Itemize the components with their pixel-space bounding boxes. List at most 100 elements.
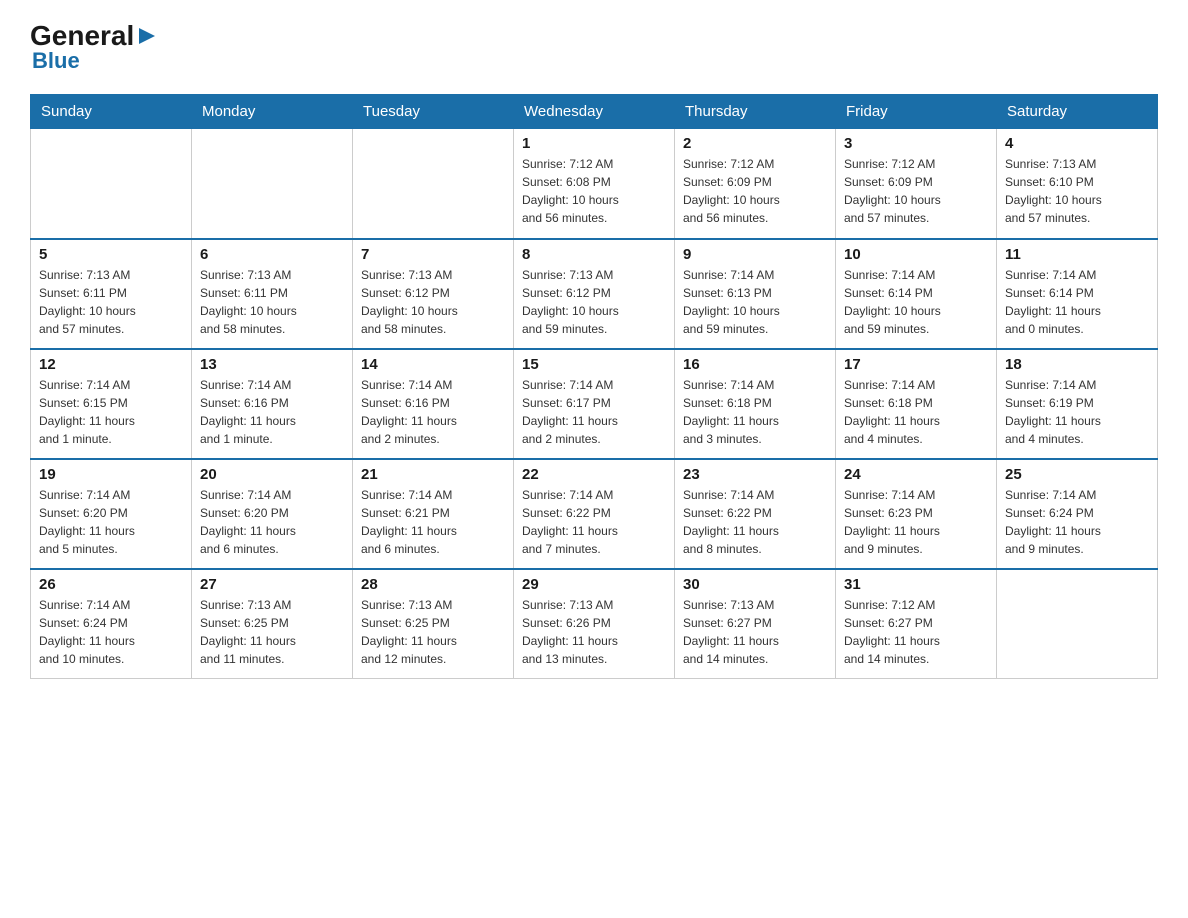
calendar-cell-w4d4: 30 Sunrise: 7:13 AM Sunset: 6:27 PM Dayli… bbox=[675, 569, 836, 679]
day-info: Sunrise: 7:13 AM Sunset: 6:12 PM Dayligh… bbox=[522, 266, 666, 338]
calendar-cell-w4d0: 26 Sunrise: 7:14 AM Sunset: 6:24 PM Dayli… bbox=[31, 569, 192, 679]
day-number: 17 bbox=[844, 356, 988, 373]
calendar-table: SundayMondayTuesdayWednesdayThursdayFrid… bbox=[30, 94, 1158, 679]
week-row-2: 12 Sunrise: 7:14 AM Sunset: 6:15 PM Dayli… bbox=[31, 349, 1158, 459]
day-info: Sunrise: 7:14 AM Sunset: 6:22 PM Dayligh… bbox=[683, 486, 827, 558]
day-number: 1 bbox=[522, 135, 666, 152]
day-info: Sunrise: 7:14 AM Sunset: 6:14 PM Dayligh… bbox=[1005, 266, 1149, 338]
week-row-0: 1 Sunrise: 7:12 AM Sunset: 6:08 PM Daylig… bbox=[31, 129, 1158, 239]
day-info: Sunrise: 7:14 AM Sunset: 6:15 PM Dayligh… bbox=[39, 376, 183, 448]
day-info: Sunrise: 7:14 AM Sunset: 6:20 PM Dayligh… bbox=[39, 486, 183, 558]
day-info: Sunrise: 7:13 AM Sunset: 6:25 PM Dayligh… bbox=[200, 596, 344, 668]
calendar-cell-w0d2 bbox=[353, 129, 514, 239]
day-info: Sunrise: 7:14 AM Sunset: 6:16 PM Dayligh… bbox=[361, 376, 505, 448]
calendar-cell-w4d2: 28 Sunrise: 7:13 AM Sunset: 6:25 PM Dayli… bbox=[353, 569, 514, 679]
day-info: Sunrise: 7:13 AM Sunset: 6:10 PM Dayligh… bbox=[1005, 155, 1149, 227]
day-number: 16 bbox=[683, 356, 827, 373]
day-info: Sunrise: 7:14 AM Sunset: 6:22 PM Dayligh… bbox=[522, 486, 666, 558]
day-number: 30 bbox=[683, 576, 827, 593]
day-info: Sunrise: 7:14 AM Sunset: 6:13 PM Dayligh… bbox=[683, 266, 827, 338]
calendar-cell-w2d4: 16Sunrise: 7:14 AM Sunset: 6:18 PM Dayli… bbox=[675, 349, 836, 459]
calendar-cell-w4d5: 31Sunrise: 7:12 AM Sunset: 6:27 PM Dayli… bbox=[836, 569, 997, 679]
day-number: 18 bbox=[1005, 356, 1149, 373]
day-info: Sunrise: 7:13 AM Sunset: 6:26 PM Dayligh… bbox=[522, 596, 666, 668]
logo-blue-text: Blue bbox=[32, 48, 80, 74]
calendar-cell-w3d3: 22 Sunrise: 7:14 AM Sunset: 6:22 PM Dayli… bbox=[514, 459, 675, 569]
calendar-cell-w1d3: 8 Sunrise: 7:13 AM Sunset: 6:12 PM Daylig… bbox=[514, 239, 675, 349]
day-number: 19 bbox=[39, 466, 183, 483]
calendar-cell-w4d3: 29 Sunrise: 7:13 AM Sunset: 6:26 PM Dayli… bbox=[514, 569, 675, 679]
day-info: Sunrise: 7:14 AM Sunset: 6:24 PM Dayligh… bbox=[1005, 486, 1149, 558]
day-info: Sunrise: 7:14 AM Sunset: 6:19 PM Dayligh… bbox=[1005, 376, 1149, 448]
calendar-cell-w0d6: 4 Sunrise: 7:13 AM Sunset: 6:10 PM Daylig… bbox=[997, 129, 1158, 239]
calendar-cell-w4d6 bbox=[997, 569, 1158, 679]
day-number: 10 bbox=[844, 246, 988, 263]
day-info: Sunrise: 7:13 AM Sunset: 6:25 PM Dayligh… bbox=[361, 596, 505, 668]
day-number: 4 bbox=[1005, 135, 1149, 152]
calendar-cell-w3d1: 20Sunrise: 7:14 AM Sunset: 6:20 PM Dayli… bbox=[192, 459, 353, 569]
weekday-header-friday: Friday bbox=[836, 95, 997, 129]
day-number: 5 bbox=[39, 246, 183, 263]
day-number: 6 bbox=[200, 246, 344, 263]
calendar-cell-w3d0: 19 Sunrise: 7:14 AM Sunset: 6:20 PM Dayli… bbox=[31, 459, 192, 569]
day-info: Sunrise: 7:12 AM Sunset: 6:09 PM Dayligh… bbox=[683, 155, 827, 227]
day-info: Sunrise: 7:12 AM Sunset: 6:08 PM Dayligh… bbox=[522, 155, 666, 227]
day-info: Sunrise: 7:14 AM Sunset: 6:23 PM Dayligh… bbox=[844, 486, 988, 558]
calendar-cell-w2d2: 14 Sunrise: 7:14 AM Sunset: 6:16 PM Dayli… bbox=[353, 349, 514, 459]
weekday-header-wednesday: Wednesday bbox=[514, 95, 675, 129]
day-info: Sunrise: 7:14 AM Sunset: 6:16 PM Dayligh… bbox=[200, 376, 344, 448]
calendar-cell-w1d2: 7Sunrise: 7:13 AM Sunset: 6:12 PM Daylig… bbox=[353, 239, 514, 349]
calendar-cell-w3d4: 23 Sunrise: 7:14 AM Sunset: 6:22 PM Dayli… bbox=[675, 459, 836, 569]
week-row-1: 5 Sunrise: 7:13 AM Sunset: 6:11 PM Daylig… bbox=[31, 239, 1158, 349]
calendar-cell-w2d0: 12 Sunrise: 7:14 AM Sunset: 6:15 PM Dayli… bbox=[31, 349, 192, 459]
logo: General Blue bbox=[30, 20, 158, 74]
day-info: Sunrise: 7:14 AM Sunset: 6:18 PM Dayligh… bbox=[844, 376, 988, 448]
day-number: 14 bbox=[361, 356, 505, 373]
day-info: Sunrise: 7:14 AM Sunset: 6:20 PM Dayligh… bbox=[200, 486, 344, 558]
calendar-cell-w1d1: 6Sunrise: 7:13 AM Sunset: 6:11 PM Daylig… bbox=[192, 239, 353, 349]
day-number: 12 bbox=[39, 356, 183, 373]
day-number: 22 bbox=[522, 466, 666, 483]
week-row-4: 26 Sunrise: 7:14 AM Sunset: 6:24 PM Dayli… bbox=[31, 569, 1158, 679]
calendar-cell-w0d4: 2 Sunrise: 7:12 AM Sunset: 6:09 PM Daylig… bbox=[675, 129, 836, 239]
day-number: 9 bbox=[683, 246, 827, 263]
day-number: 28 bbox=[361, 576, 505, 593]
calendar-cell-w0d5: 3 Sunrise: 7:12 AM Sunset: 6:09 PM Daylig… bbox=[836, 129, 997, 239]
calendar-cell-w2d6: 18 Sunrise: 7:14 AM Sunset: 6:19 PM Dayli… bbox=[997, 349, 1158, 459]
weekday-header-sunday: Sunday bbox=[31, 95, 192, 129]
calendar-cell-w4d1: 27Sunrise: 7:13 AM Sunset: 6:25 PM Dayli… bbox=[192, 569, 353, 679]
weekday-header-row: SundayMondayTuesdayWednesdayThursdayFrid… bbox=[31, 95, 1158, 129]
day-info: Sunrise: 7:14 AM Sunset: 6:24 PM Dayligh… bbox=[39, 596, 183, 668]
calendar-cell-w0d1 bbox=[192, 129, 353, 239]
day-info: Sunrise: 7:12 AM Sunset: 6:09 PM Dayligh… bbox=[844, 155, 988, 227]
day-number: 3 bbox=[844, 135, 988, 152]
day-number: 11 bbox=[1005, 246, 1149, 263]
week-row-3: 19 Sunrise: 7:14 AM Sunset: 6:20 PM Dayli… bbox=[31, 459, 1158, 569]
day-number: 21 bbox=[361, 466, 505, 483]
calendar-cell-w1d0: 5 Sunrise: 7:13 AM Sunset: 6:11 PM Daylig… bbox=[31, 239, 192, 349]
day-number: 31 bbox=[844, 576, 988, 593]
day-info: Sunrise: 7:13 AM Sunset: 6:27 PM Dayligh… bbox=[683, 596, 827, 668]
day-info: Sunrise: 7:13 AM Sunset: 6:11 PM Dayligh… bbox=[39, 266, 183, 338]
calendar-cell-w0d3: 1 Sunrise: 7:12 AM Sunset: 6:08 PM Daylig… bbox=[514, 129, 675, 239]
day-info: Sunrise: 7:14 AM Sunset: 6:17 PM Dayligh… bbox=[522, 376, 666, 448]
calendar-cell-w1d6: 11 Sunrise: 7:14 AM Sunset: 6:14 PM Dayli… bbox=[997, 239, 1158, 349]
logo-arrow-icon bbox=[136, 25, 158, 47]
header: General Blue bbox=[30, 20, 1158, 74]
calendar-cell-w2d3: 15 Sunrise: 7:14 AM Sunset: 6:17 PM Dayli… bbox=[514, 349, 675, 459]
day-info: Sunrise: 7:14 AM Sunset: 6:14 PM Dayligh… bbox=[844, 266, 988, 338]
day-number: 15 bbox=[522, 356, 666, 373]
calendar-cell-w1d5: 10 Sunrise: 7:14 AM Sunset: 6:14 PM Dayli… bbox=[836, 239, 997, 349]
calendar-cell-w3d5: 24Sunrise: 7:14 AM Sunset: 6:23 PM Dayli… bbox=[836, 459, 997, 569]
day-number: 23 bbox=[683, 466, 827, 483]
weekday-header-monday: Monday bbox=[192, 95, 353, 129]
day-number: 29 bbox=[522, 576, 666, 593]
weekday-header-thursday: Thursday bbox=[675, 95, 836, 129]
calendar-cell-w3d6: 25Sunrise: 7:14 AM Sunset: 6:24 PM Dayli… bbox=[997, 459, 1158, 569]
day-number: 2 bbox=[683, 135, 827, 152]
day-number: 8 bbox=[522, 246, 666, 263]
weekday-header-saturday: Saturday bbox=[997, 95, 1158, 129]
day-info: Sunrise: 7:14 AM Sunset: 6:21 PM Dayligh… bbox=[361, 486, 505, 558]
day-number: 13 bbox=[200, 356, 344, 373]
day-number: 26 bbox=[39, 576, 183, 593]
